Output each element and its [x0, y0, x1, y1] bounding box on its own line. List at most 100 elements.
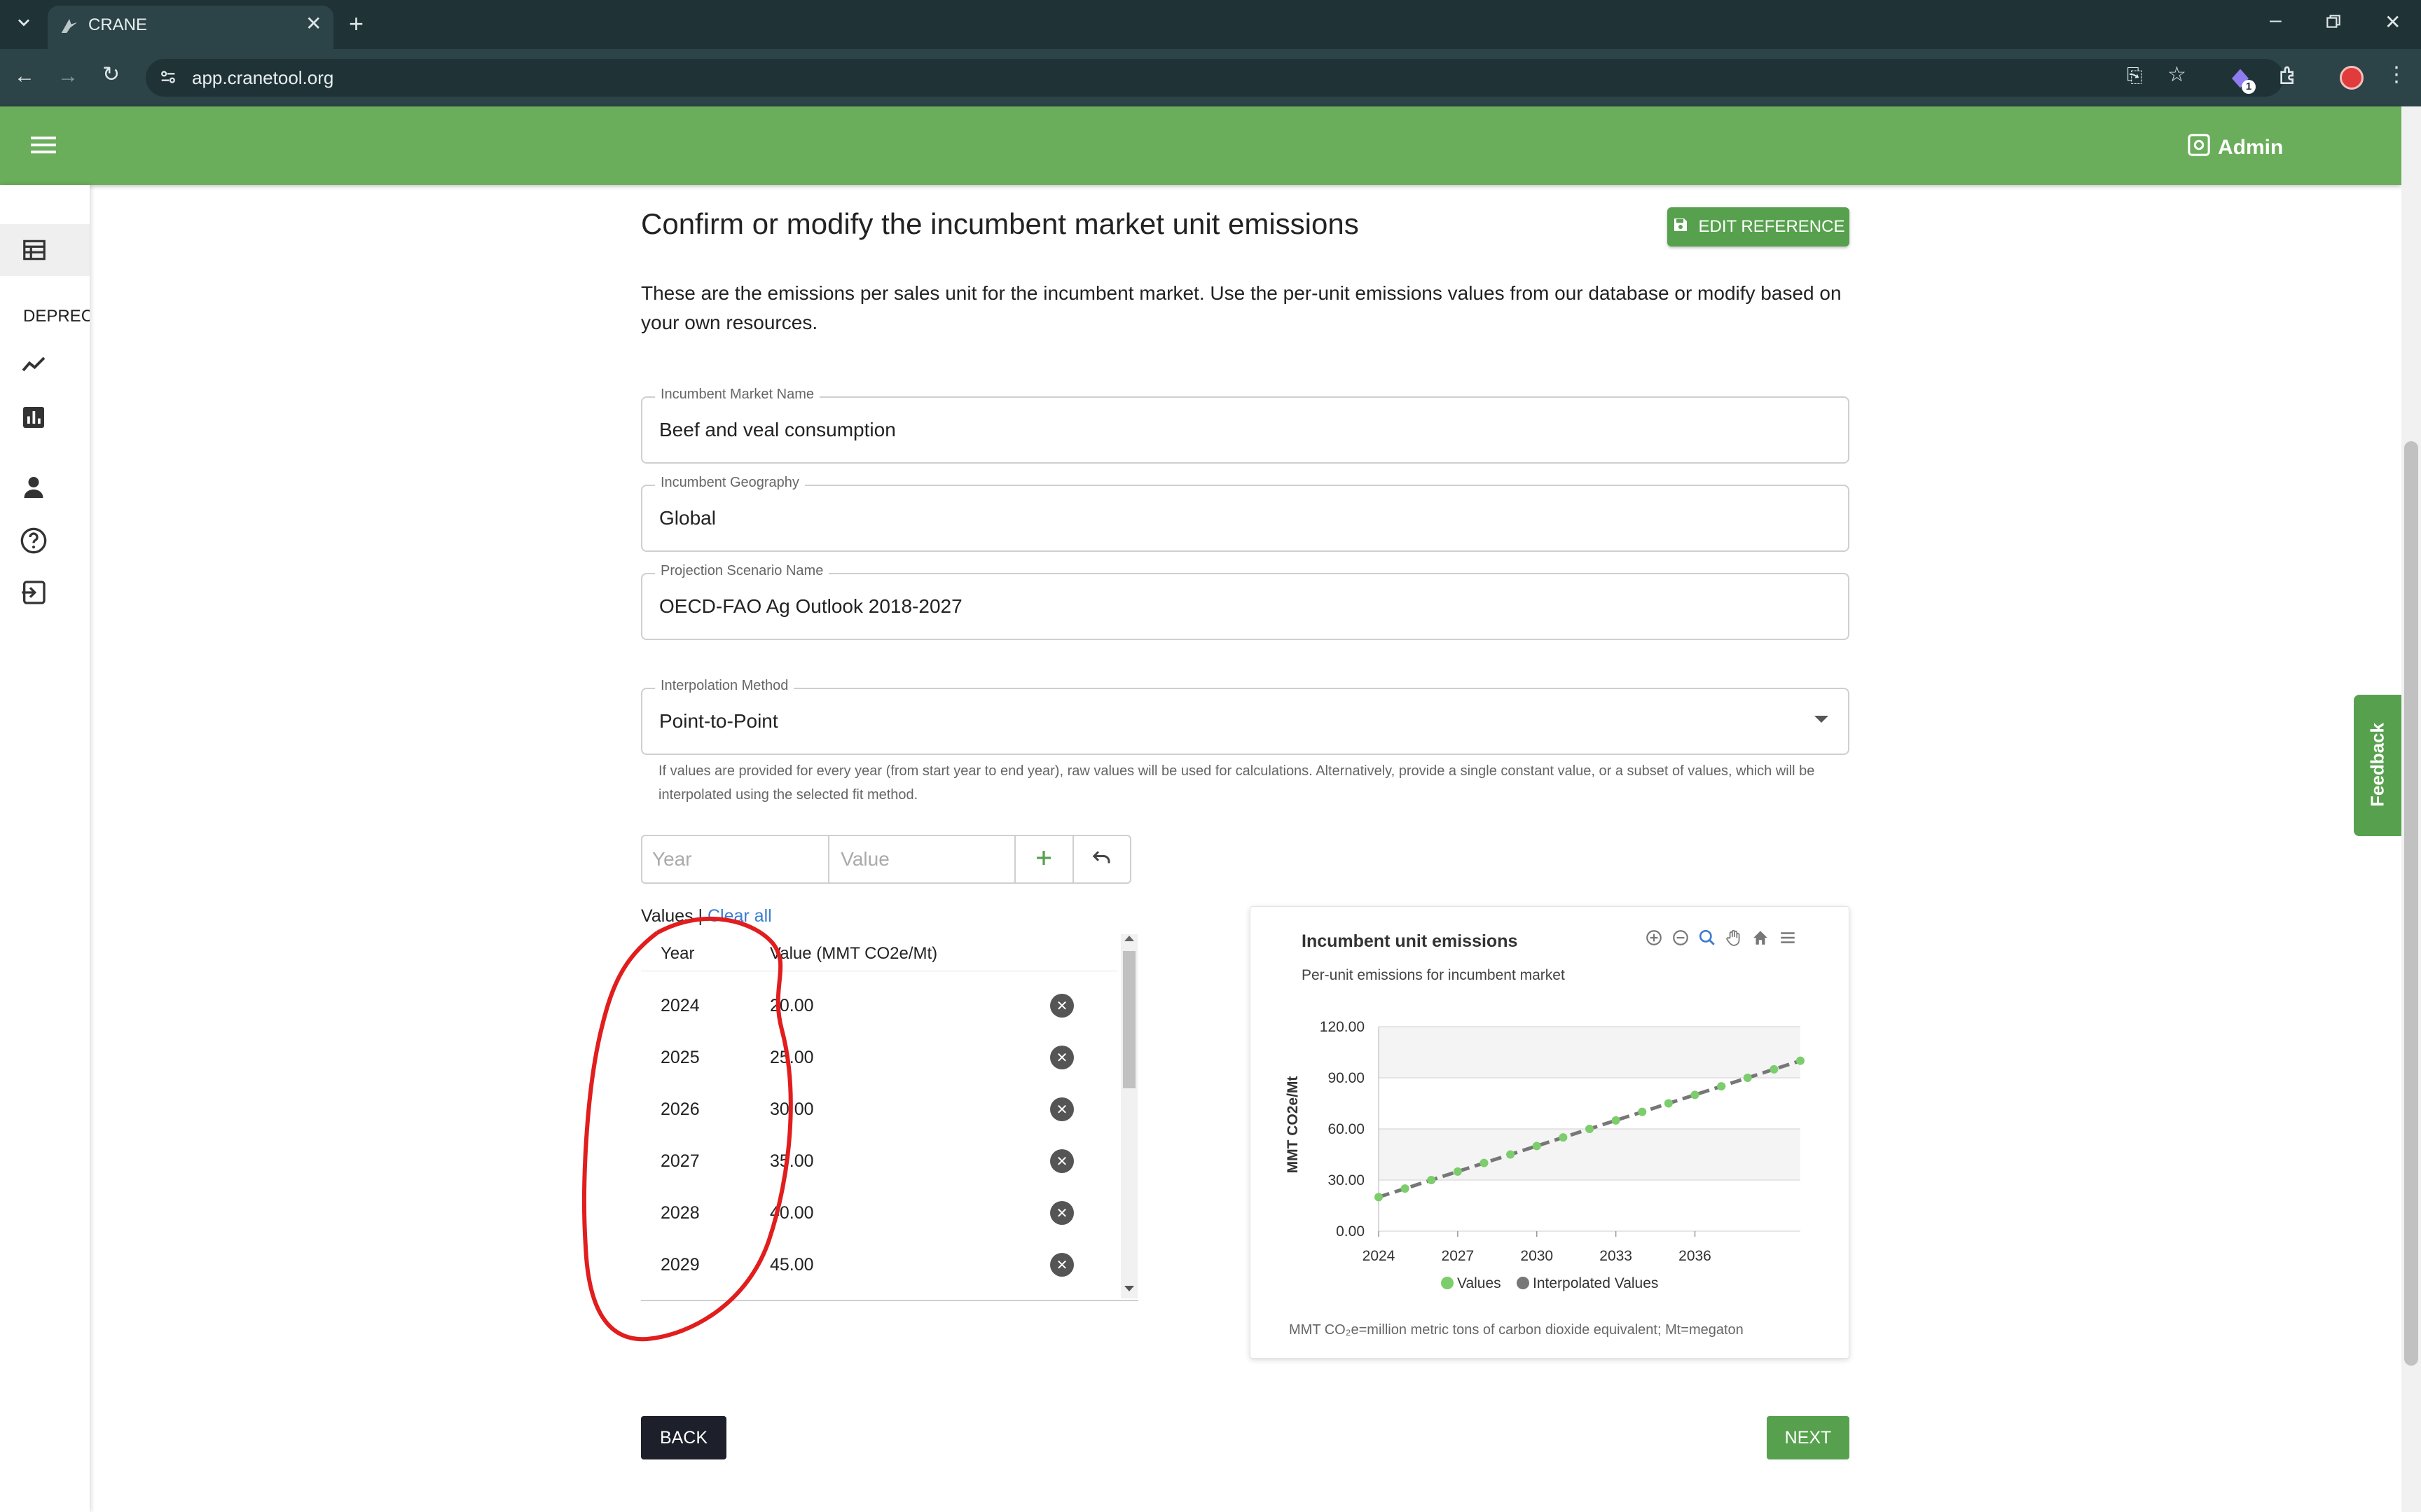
back-arrow-icon[interactable]: ← — [14, 66, 35, 87]
data-point — [1611, 1116, 1620, 1125]
tab-list-chevron-icon[interactable] — [14, 13, 34, 36]
sidebar-item-trend-icon[interactable] — [20, 352, 48, 380]
table-scroll-up-icon[interactable] — [1124, 936, 1134, 941]
remove-row-icon[interactable]: ✕ — [1050, 1097, 1074, 1121]
install-app-icon[interactable]: ⎘ — [2127, 66, 2142, 85]
sidebar-item-table-icon[interactable] — [21, 237, 48, 267]
sidebar-section-label: DEPRECA — [23, 307, 90, 326]
table-scrollbar-thumb[interactable] — [1123, 951, 1136, 1088]
site-info-icon[interactable] — [158, 67, 178, 90]
data-point — [1690, 1090, 1699, 1100]
x-tick-label: 2033 — [1599, 1248, 1632, 1264]
browser-menu-icon[interactable]: ⋮ — [2386, 64, 2407, 85]
field-value: Point-to-Point — [659, 710, 778, 732]
value-placeholder: Value — [841, 848, 890, 870]
data-point — [1638, 1107, 1647, 1116]
value-input[interactable]: Value — [829, 848, 1014, 871]
x-tick-labels: 2024 2027 2030 2033 2036 — [1363, 1248, 1711, 1264]
remove-row-icon[interactable]: ✕ — [1050, 1149, 1074, 1173]
y-tick-label: 60.00 — [1327, 1121, 1365, 1137]
admin-link[interactable]: Admin — [2187, 133, 2283, 162]
x-tick-label: 2036 — [1678, 1248, 1711, 1264]
chart-legend: Values Interpolated Values — [1441, 1275, 1658, 1291]
save-icon — [1672, 216, 1689, 238]
interpolation-method-select[interactable]: Interpolation Method Point-to-Point — [641, 678, 1849, 755]
data-point — [1796, 1056, 1805, 1065]
plot-bands — [1379, 1027, 1800, 1180]
field-value: OECD-FAO Ag Outlook 2018-2027 — [659, 595, 963, 617]
new-tab-icon[interactable]: + — [349, 11, 364, 36]
projection-scenario-name-field[interactable]: Projection Scenario Name OECD-FAO Ag Out… — [641, 563, 1849, 640]
undo-button[interactable] — [1074, 847, 1130, 872]
y-tick-label: 90.00 — [1327, 1070, 1365, 1086]
remove-row-icon[interactable]: ✕ — [1050, 1046, 1074, 1069]
close-window-icon[interactable]: ✕ — [2385, 13, 2401, 32]
emissions-chart: 0.0030.0060.0090.00120.00 2024 2027 2030 20… — [1285, 1019, 1805, 1291]
data-point — [1664, 1099, 1673, 1108]
field-label: Incumbent Geography — [655, 475, 805, 491]
y-tick-labels: 0.00 30.00 60.00 90.00 120.00 — [1320, 1019, 1365, 1240]
y-tick-label: 0.00 — [1336, 1223, 1365, 1240]
field-label: Interpolation Method — [655, 678, 794, 694]
legend-label-interpolated[interactable]: Interpolated Values — [1533, 1275, 1658, 1291]
data-point — [1585, 1125, 1594, 1133]
close-tab-icon[interactable]: ✕ — [305, 14, 322, 34]
y-tick-label: 120.00 — [1320, 1019, 1365, 1035]
add-value-button[interactable] — [1016, 847, 1073, 872]
edit-reference-button[interactable]: EDIT REFERENCE — [1667, 207, 1849, 247]
hamburger-menu-icon[interactable] — [31, 134, 56, 159]
feedback-tab[interactable]: Feedback — [2354, 695, 2401, 836]
bookmark-star-icon[interactable]: ☆ — [2167, 64, 2186, 85]
forward-arrow-icon[interactable]: → — [57, 66, 78, 87]
sidebar-item-logout-icon[interactable] — [20, 578, 48, 610]
y-tick-label: 30.00 — [1327, 1172, 1365, 1188]
x-tick-label: 2027 — [1442, 1248, 1475, 1264]
legend-label-values[interactable]: Values — [1457, 1275, 1501, 1291]
sidebar-item-person-icon[interactable] — [21, 475, 46, 504]
data-point — [1480, 1158, 1489, 1167]
plot-band — [1379, 1129, 1800, 1180]
incumbent-geography-field[interactable]: Incumbent Geography Global — [641, 475, 1849, 552]
field-value: Beef and veal consumption — [659, 419, 896, 441]
sidebar-item-bar-chart-icon[interactable] — [21, 405, 46, 434]
remove-row-icon[interactable]: ✕ — [1050, 994, 1074, 1018]
data-point — [1717, 1082, 1726, 1091]
x-tick-label: 2024 — [1363, 1248, 1395, 1264]
legend-marker-interpolated — [1517, 1277, 1529, 1289]
data-point — [1743, 1074, 1752, 1082]
url-text[interactable]: app.cranetool.org — [192, 67, 333, 89]
restore-window-icon[interactable] — [2324, 13, 2343, 35]
admin-settings-icon — [2187, 133, 2211, 162]
sidebar — [0, 185, 90, 1512]
profile-avatar-icon[interactable] — [2340, 66, 2364, 90]
sidebar-item-help-icon[interactable] — [20, 527, 48, 558]
extensions-puzzle-icon[interactable] — [2277, 64, 2299, 91]
crane-favicon-icon — [59, 15, 80, 40]
field-value: Global — [659, 507, 716, 529]
admin-label: Admin — [2218, 136, 2284, 159]
reload-icon[interactable]: ↻ — [102, 64, 120, 85]
interpolation-helper-text: If values are provided for every year (f… — [658, 763, 1815, 803]
table-scroll-down-icon[interactable] — [1124, 1286, 1134, 1291]
plus-icon — [1033, 847, 1054, 872]
remove-row-icon[interactable]: ✕ — [1050, 1253, 1074, 1277]
value-entry-row: Year Value — [641, 835, 1131, 884]
minimize-window-icon[interactable]: – — [2270, 10, 2282, 31]
address-bar[interactable] — [146, 59, 2284, 97]
red-annotation-circle — [582, 916, 793, 1342]
chart-footnote: MMT CO₂e=million metric tons of carbon d… — [1289, 1322, 1744, 1338]
legend-marker-values — [1441, 1277, 1454, 1289]
incumbent-market-name-field[interactable]: Incumbent Market Name Beef and veal cons… — [641, 387, 1849, 464]
year-input[interactable]: Year — [642, 848, 828, 871]
x-tick-label: 2030 — [1520, 1248, 1553, 1264]
tab-title: CRANE — [88, 15, 148, 34]
edit-reference-label: EDIT REFERENCE — [1698, 217, 1845, 236]
remove-row-icon[interactable]: ✕ — [1050, 1201, 1074, 1225]
data-point — [1770, 1064, 1779, 1074]
next-button[interactable]: NEXT — [1767, 1416, 1849, 1459]
data-point — [1374, 1193, 1383, 1202]
year-placeholder: Year — [652, 848, 692, 870]
back-button[interactable]: BACK — [641, 1416, 726, 1459]
page-scrollbar-thumb[interactable] — [2404, 441, 2418, 1366]
data-point — [1506, 1150, 1515, 1159]
